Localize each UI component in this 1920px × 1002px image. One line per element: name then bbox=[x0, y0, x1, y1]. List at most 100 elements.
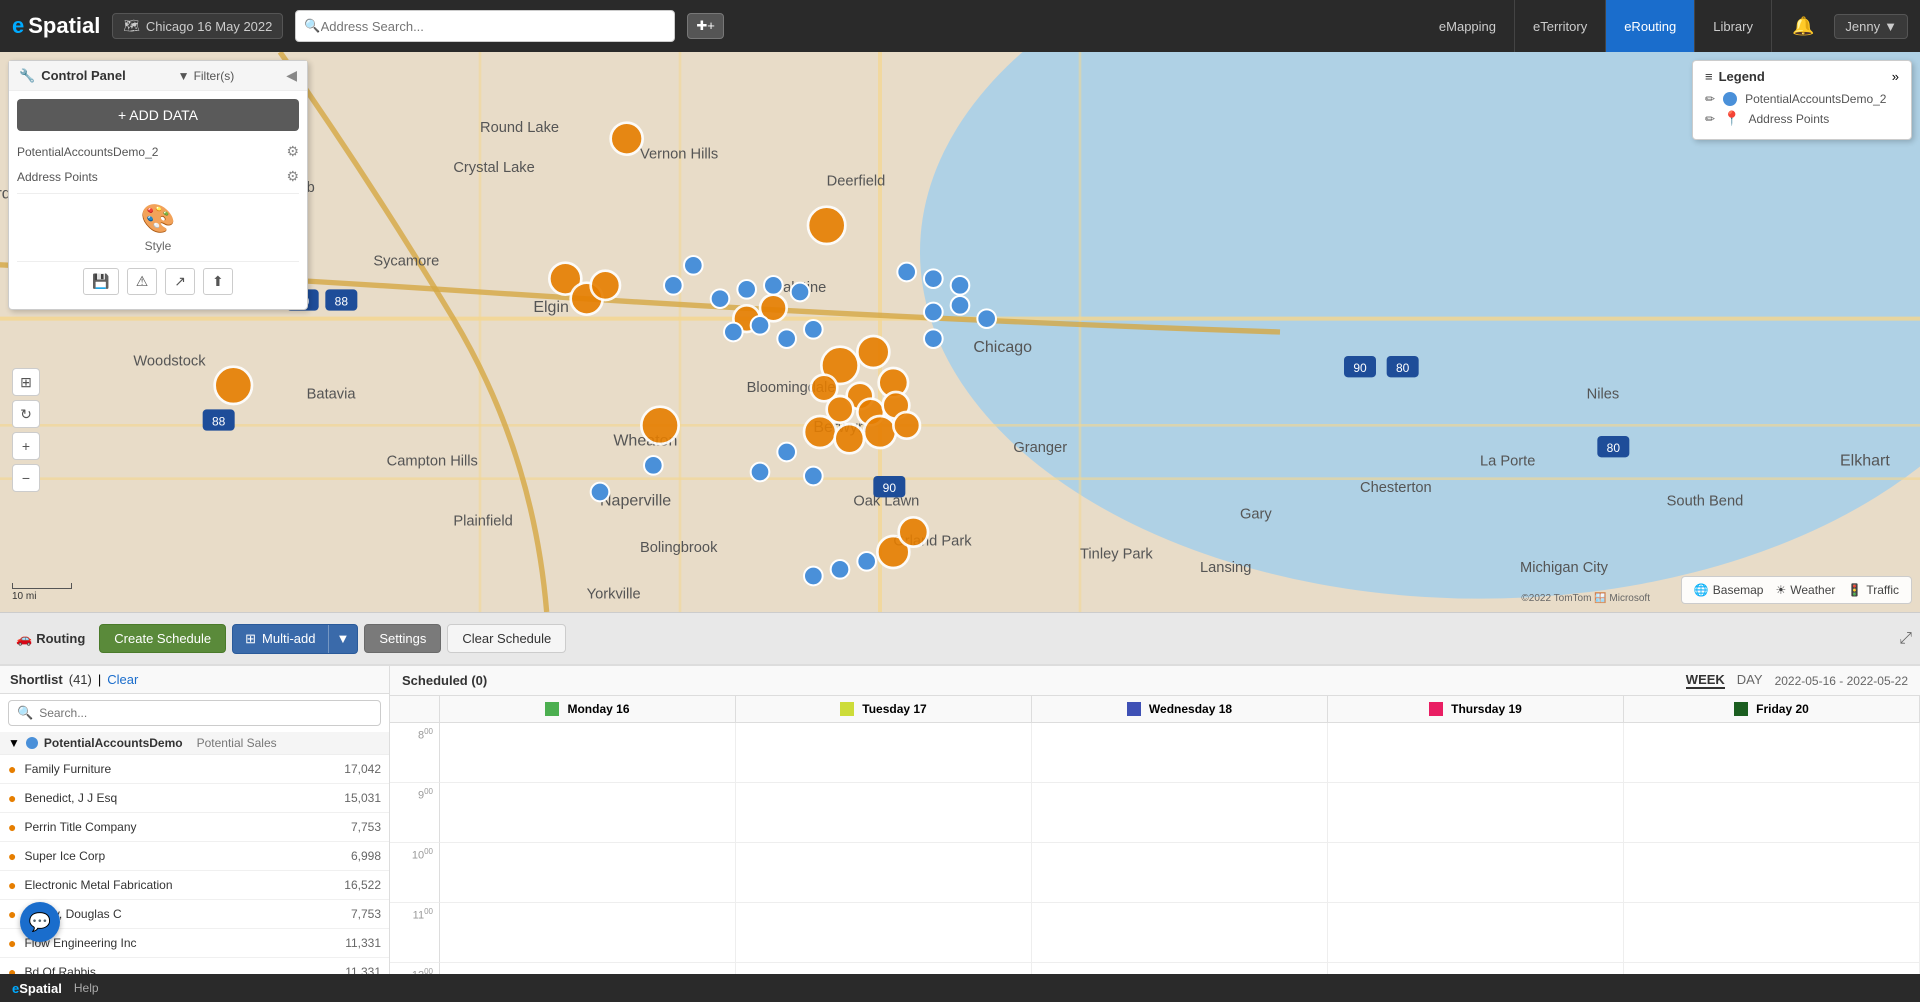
svg-text:Orland Park: Orland Park bbox=[893, 533, 972, 549]
item-name: Electronic Metal Fabrication bbox=[24, 878, 323, 892]
tab-library[interactable]: Library bbox=[1695, 0, 1772, 52]
zoom-to-fit-button[interactable]: ⊞ bbox=[12, 368, 40, 396]
schedule-slot[interactable] bbox=[1328, 843, 1623, 903]
svg-text:80: 80 bbox=[1607, 441, 1621, 455]
scheduled-panel: Scheduled (0) WEEK DAY 2022-05-16 - 2022… bbox=[390, 666, 1920, 974]
schedule-slot[interactable] bbox=[1328, 903, 1623, 963]
schedule-slot[interactable] bbox=[1624, 903, 1919, 963]
schedule-slot[interactable] bbox=[440, 963, 735, 974]
schedule-slot[interactable] bbox=[1624, 783, 1919, 843]
tab-emapping[interactable]: eMapping bbox=[1421, 0, 1515, 52]
share-action-button[interactable]: ↗ bbox=[165, 268, 195, 295]
week-toggle-button[interactable]: WEEK bbox=[1686, 672, 1725, 689]
weather-toggle[interactable]: ☀ Weather bbox=[1775, 583, 1835, 597]
road-icon: 🚦 bbox=[1847, 583, 1862, 597]
shortlist-search-bar[interactable]: 🔍 bbox=[8, 700, 381, 726]
gear-icon-potential[interactable]: ⚙ bbox=[286, 143, 299, 160]
schedule-slot[interactable] bbox=[736, 963, 1031, 974]
list-item[interactable]: ● Family Furniture 17,042 bbox=[0, 755, 389, 784]
address-search-bar[interactable]: 🔍 bbox=[295, 10, 675, 42]
svg-text:Chicago: Chicago bbox=[973, 339, 1032, 356]
list-item[interactable]: ● Bd Of Rabbis 11,331 bbox=[0, 958, 389, 974]
settings-button[interactable]: Settings bbox=[364, 624, 441, 653]
schedule-slot[interactable] bbox=[1328, 783, 1623, 843]
export-action-button[interactable]: ⬆ bbox=[203, 268, 233, 295]
scheduled-header: Scheduled (0) WEEK DAY 2022-05-16 - 2022… bbox=[390, 666, 1920, 696]
add-data-button[interactable]: + ADD DATA bbox=[17, 99, 299, 131]
traffic-toggle[interactable]: 🚦 Traffic bbox=[1847, 583, 1899, 597]
shortlist-count: (41) bbox=[69, 672, 92, 687]
multi-add-dropdown[interactable]: ▼ bbox=[328, 625, 358, 653]
rotate-button[interactable]: ↻ bbox=[12, 400, 40, 428]
clear-schedule-button[interactable]: Clear Schedule bbox=[447, 624, 566, 653]
svg-text:Bloomingdale: Bloomingdale bbox=[747, 380, 836, 396]
list-item[interactable]: ● Flow Engineering Inc 11,331 bbox=[0, 929, 389, 958]
collapse-button[interactable]: ◀ bbox=[286, 67, 297, 84]
schedule-slot[interactable] bbox=[1624, 843, 1919, 903]
schedule-slot[interactable] bbox=[1624, 963, 1919, 974]
filter-button[interactable]: ▼ Filter(s) bbox=[178, 69, 235, 83]
add-pin-button[interactable]: ✚+ bbox=[687, 13, 723, 39]
schedule-slot[interactable] bbox=[1032, 903, 1327, 963]
basemap-toggle[interactable]: 🌐 Basemap bbox=[1694, 583, 1764, 597]
multi-add-button[interactable]: ⊞ Multi-add bbox=[233, 625, 327, 653]
time-slot-1000: 1000 bbox=[390, 843, 440, 903]
collapse-group-icon[interactable]: ▼ bbox=[8, 736, 20, 750]
grid-icon: ⊞ bbox=[245, 631, 256, 647]
list-item[interactable]: ● Benedict, J J Esq 15,031 bbox=[0, 784, 389, 813]
list-item[interactable]: ● Super Ice Corp 6,998 bbox=[0, 842, 389, 871]
map-icon: 🗺 bbox=[123, 18, 140, 34]
gear-icon-address[interactable]: ⚙ bbox=[286, 168, 299, 185]
schedule-slot[interactable] bbox=[440, 903, 735, 963]
schedule-slot[interactable] bbox=[736, 903, 1031, 963]
item-value: 7,753 bbox=[331, 820, 381, 834]
svg-text:Niles: Niles bbox=[1587, 387, 1620, 403]
schedule-slot[interactable] bbox=[1624, 723, 1919, 783]
day-col-tue bbox=[736, 723, 1032, 974]
list-item[interactable]: ● Perrin Title Company 7,753 bbox=[0, 813, 389, 842]
shortlist-search-input[interactable] bbox=[39, 706, 372, 720]
schedule-slot[interactable] bbox=[1032, 963, 1327, 974]
map-area[interactable]: Rockford DeKalb Sycamore Elgin Batavia W… bbox=[0, 52, 1920, 612]
zoom-out-button[interactable]: − bbox=[12, 464, 40, 492]
schedule-slot[interactable] bbox=[440, 843, 735, 903]
day-label-tue: Tuesday 17 bbox=[862, 702, 926, 716]
group-color-dot bbox=[26, 737, 38, 749]
list-item[interactable]: ● Electronic Metal Fabrication 16,522 bbox=[0, 871, 389, 900]
globe-icon: 🌐 bbox=[1694, 583, 1709, 597]
chat-button[interactable]: 💬 bbox=[20, 902, 60, 942]
legend-expand-icon[interactable]: » bbox=[1892, 69, 1899, 84]
day-toggle-button[interactable]: DAY bbox=[1737, 672, 1763, 689]
schedule-slot[interactable] bbox=[1032, 783, 1327, 843]
schedule-slot[interactable] bbox=[440, 723, 735, 783]
tab-erouting[interactable]: eRouting bbox=[1606, 0, 1695, 52]
shortlist-items-list: ● Family Furniture 17,042 ● Benedict, J … bbox=[0, 755, 389, 974]
svg-text:Woodstock: Woodstock bbox=[133, 353, 206, 369]
help-link[interactable]: Help bbox=[74, 981, 99, 995]
warning-action-button[interactable]: ⚠ bbox=[127, 268, 158, 295]
create-schedule-button[interactable]: Create Schedule bbox=[99, 624, 226, 653]
schedule-slot[interactable] bbox=[1328, 723, 1623, 783]
footer-logo: eSpatial bbox=[12, 981, 62, 996]
chevron-down-icon: ▼ bbox=[1884, 19, 1897, 34]
zoom-in-button[interactable]: + bbox=[12, 432, 40, 460]
schedule-slot[interactable] bbox=[1032, 843, 1327, 903]
tab-eterritory[interactable]: eTerritory bbox=[1515, 0, 1606, 52]
shortlist-clear-button[interactable]: Clear bbox=[107, 672, 138, 687]
schedule-slot[interactable] bbox=[1328, 963, 1623, 974]
schedule-slot[interactable] bbox=[736, 723, 1031, 783]
schedule-slot[interactable] bbox=[1032, 723, 1327, 783]
time-slot-1200: 1200 bbox=[390, 963, 440, 974]
routing-label: 🚗 Routing bbox=[8, 631, 93, 647]
schedule-grid: Monday 16 Tuesday 17 Wednesday 18 Thursd… bbox=[390, 696, 1920, 974]
schedule-slot[interactable] bbox=[736, 843, 1031, 903]
expand-button[interactable]: ⤢ bbox=[1899, 630, 1912, 648]
notification-button[interactable]: 🔔 bbox=[1784, 16, 1822, 37]
search-input[interactable] bbox=[321, 19, 667, 34]
style-section: 🎨 Style bbox=[17, 193, 299, 261]
schedule-slot[interactable] bbox=[736, 783, 1031, 843]
save-action-button[interactable]: 💾 bbox=[83, 268, 118, 295]
user-menu-button[interactable]: Jenny ▼ bbox=[1834, 14, 1908, 39]
time-slot-800: 800 bbox=[390, 723, 440, 783]
schedule-slot[interactable] bbox=[440, 783, 735, 843]
